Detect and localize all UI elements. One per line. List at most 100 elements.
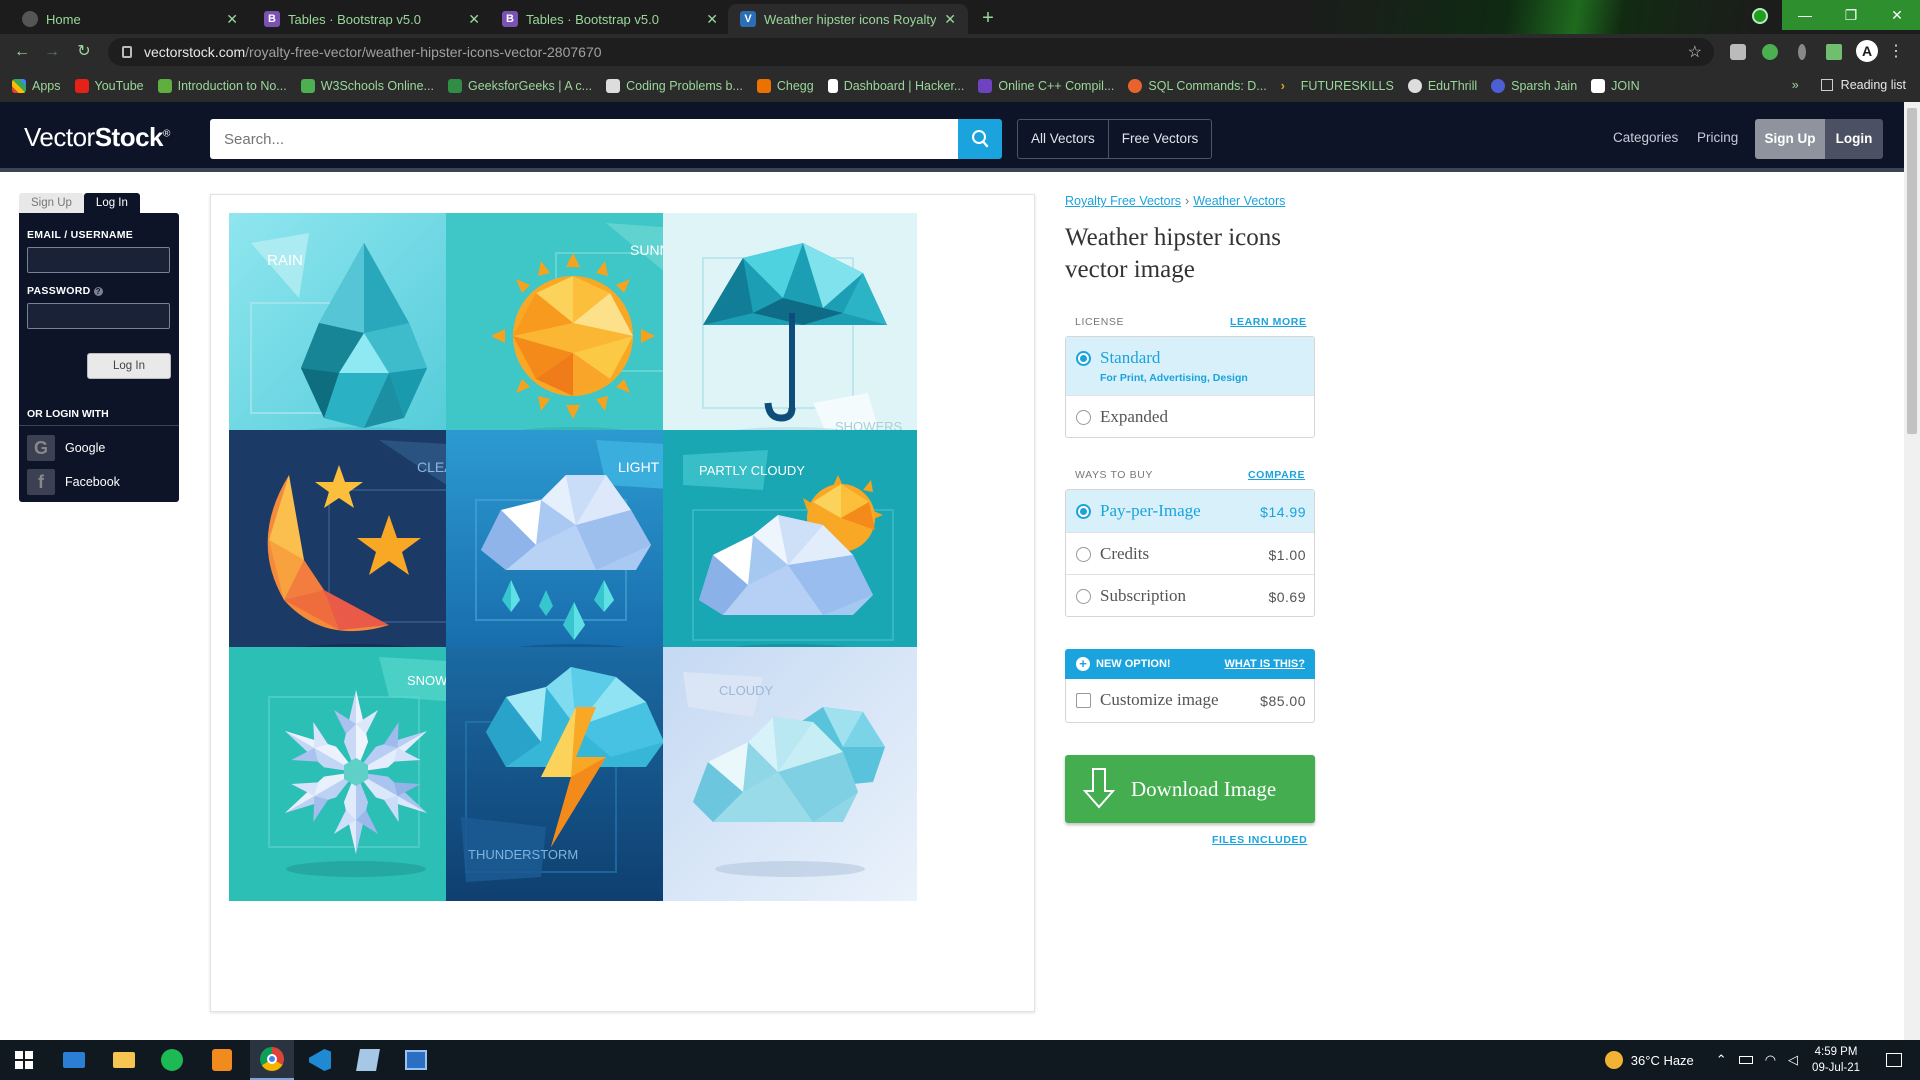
browser-tab-home[interactable]: Home ✕ <box>10 4 250 34</box>
credits-option[interactable]: Credits $1.00 <box>1066 532 1314 574</box>
bookmark-hackerrank[interactable]: Dashboard | Hacker... <box>827 79 964 93</box>
browser-tab-vectorstock[interactable]: V Weather hipster icons Royalty Fre ✕ <box>728 4 968 34</box>
notepad-icon[interactable] <box>356 1048 380 1072</box>
filter-free-vectors[interactable]: Free Vectors <box>1109 120 1212 158</box>
weather-sun-icon[interactable] <box>1604 1051 1623 1069</box>
pay-per-image-option[interactable]: Pay-per-Image $14.99 <box>1066 490 1314 532</box>
header-login-button[interactable]: Login <box>1825 119 1883 159</box>
download-arrow-icon <box>1082 768 1116 809</box>
minimize-window-button[interactable]: — <box>1782 0 1828 30</box>
scrollbar-thumb[interactable] <box>1907 108 1917 434</box>
vector-preview-image[interactable]: RAIN SUNNY SHOWERS CLEAR LIGHT RAIN PART… <box>210 194 1035 1012</box>
browser-tab-bootstrap-2[interactable]: B Tables · Bootstrap v5.0 ✕ <box>490 4 730 34</box>
password-field[interactable] <box>27 303 170 329</box>
bookmark-eduthrill[interactable]: EduThrill <box>1407 79 1477 93</box>
reload-icon[interactable]: ↻ <box>74 42 94 62</box>
what-is-this-link[interactable]: WHAT IS THIS? <box>1225 658 1305 670</box>
windows-start-icon[interactable] <box>12 1048 36 1072</box>
bookmark-sql[interactable]: SQL Commands: D... <box>1128 79 1267 93</box>
radio-unselected[interactable] <box>1076 547 1091 562</box>
radio-unselected[interactable] <box>1076 589 1091 604</box>
customize-checkbox[interactable] <box>1076 693 1091 708</box>
bookmark-join[interactable]: JOIN <box>1591 79 1640 93</box>
battery-icon[interactable] <box>1738 1056 1753 1064</box>
notifications-icon[interactable] <box>1886 1053 1902 1067</box>
bookmark-coding-problems[interactable]: Coding Problems b... <box>606 79 743 93</box>
customize-image-option[interactable]: Customize image $85.00 <box>1065 679 1315 723</box>
bookmark-sparsh-jain[interactable]: Sparsh Jain <box>1491 79 1577 93</box>
reading-list[interactable]: » Reading list <box>1792 78 1906 92</box>
extensions-puzzle-icon[interactable] <box>1826 44 1842 60</box>
search-input[interactable] <box>210 119 966 159</box>
facebook-login-button[interactable]: f Facebook <box>27 469 120 495</box>
menu-kebab-icon[interactable]: ⋮ <box>1886 42 1906 62</box>
profile-avatar[interactable]: A <box>1856 40 1878 62</box>
nav-pricing[interactable]: Pricing <box>1697 130 1738 145</box>
radio-unselected[interactable] <box>1076 410 1091 425</box>
close-tab-icon[interactable]: ✕ <box>468 11 480 28</box>
bookmark-label: FUTURESKILLS <box>1300 79 1394 93</box>
google-login-button[interactable]: G Google <box>27 435 105 461</box>
bookmark-w3schools[interactable]: W3Schools Online... <box>300 79 434 93</box>
lock-icon[interactable] <box>122 46 132 58</box>
filter-all-vectors[interactable]: All Vectors <box>1018 120 1109 158</box>
restore-window-button[interactable]: ❐ <box>1828 0 1874 30</box>
bookmarks-overflow-icon[interactable]: » <box>1792 78 1799 92</box>
bookmark-intro[interactable]: Introduction to No... <box>157 79 287 93</box>
system-clock[interactable]: 4:59 PM 09-Jul-21 <box>1812 1044 1860 1076</box>
spotify-icon[interactable] <box>160 1048 184 1072</box>
sublime-text-icon[interactable] <box>210 1048 234 1072</box>
close-tab-icon[interactable]: ✕ <box>226 11 238 28</box>
bookmark-geeksforgeeks[interactable]: GeeksforGeeks | A c... <box>447 79 592 93</box>
vscode-icon[interactable] <box>308 1048 332 1072</box>
bookmark-futureskills[interactable]: › FUTURESKILLS <box>1281 79 1394 93</box>
extension-pin-icon[interactable] <box>1798 44 1806 60</box>
logo-registered-mark: ® <box>163 128 170 140</box>
bookmark-apps[interactable]: Apps <box>12 79 61 93</box>
header-signup-button[interactable]: Sign Up <box>1755 119 1825 159</box>
extension-add-icon[interactable] <box>1762 44 1778 60</box>
help-icon[interactable]: ? <box>93 287 103 296</box>
vectorstock-logo[interactable]: VectorStock® <box>24 122 170 153</box>
close-tab-icon[interactable]: ✕ <box>706 11 718 28</box>
search-button[interactable] <box>958 119 1002 159</box>
file-explorer-icon[interactable] <box>112 1048 136 1072</box>
nav-categories[interactable]: Categories <box>1613 130 1678 145</box>
new-tab-button[interactable]: + <box>975 6 1001 32</box>
bookmark-youtube[interactable]: YouTube <box>74 79 144 93</box>
volume-icon[interactable]: ◁ <box>1788 1052 1798 1068</box>
close-window-button[interactable]: ✕ <box>1874 0 1920 30</box>
wifi-icon[interactable]: ◠ <box>1765 1052 1776 1068</box>
forward-arrow-icon[interactable]: → <box>42 42 62 62</box>
weather-status[interactable]: 36°C Haze <box>1631 1053 1694 1068</box>
back-arrow-icon[interactable]: ← <box>12 42 32 62</box>
email-field[interactable] <box>27 247 170 273</box>
files-included-link[interactable]: FILES INCLUDED <box>1212 834 1307 846</box>
bookmark-chegg[interactable]: Chegg <box>756 79 814 93</box>
mail-icon[interactable] <box>62 1048 86 1072</box>
login-submit-button[interactable]: Log In <box>87 353 171 379</box>
breadcrumb-royalty-free-vectors[interactable]: Royalty Free Vectors <box>1065 194 1181 208</box>
extension-printer-icon[interactable] <box>1730 44 1746 60</box>
chevron-up-icon[interactable]: ⌃ <box>1716 1052 1727 1068</box>
radio-selected[interactable] <box>1076 504 1091 519</box>
breadcrumb-weather-vectors[interactable]: Weather Vectors <box>1193 194 1285 208</box>
photos-icon[interactable] <box>404 1048 428 1072</box>
radio-selected[interactable] <box>1076 351 1091 366</box>
compare-link[interactable]: COMPARE <box>1248 469 1305 481</box>
address-bar[interactable]: vectorstock.com/royalty-free-vector/weat… <box>108 38 1714 66</box>
learn-more-link[interactable]: LEARN MORE <box>1230 316 1307 328</box>
tab-sign-up[interactable]: Sign Up <box>19 193 84 213</box>
download-image-button[interactable]: Download Image <box>1065 755 1315 823</box>
license-standard-option[interactable]: Standard For Print, Advertising, Design <box>1066 337 1314 395</box>
close-tab-icon[interactable]: ✕ <box>944 11 956 28</box>
bookmark-cpp-compiler[interactable]: Online C++ Compil... <box>978 79 1114 93</box>
tile-cloudy: CLOUDY <box>663 647 917 901</box>
tab-log-in[interactable]: Log In <box>83 193 140 213</box>
bookmark-star-icon[interactable]: ☆ <box>1688 42 1702 62</box>
vpn-shield-icon[interactable] <box>1752 8 1768 24</box>
license-expanded-option[interactable]: Expanded <box>1066 395 1314 437</box>
browser-tab-bootstrap-1[interactable]: B Tables · Bootstrap v5.0 ✕ <box>252 4 492 34</box>
subscription-option[interactable]: Subscription $0.69 <box>1066 574 1314 616</box>
chrome-taskbar-icon[interactable] <box>250 1040 294 1080</box>
